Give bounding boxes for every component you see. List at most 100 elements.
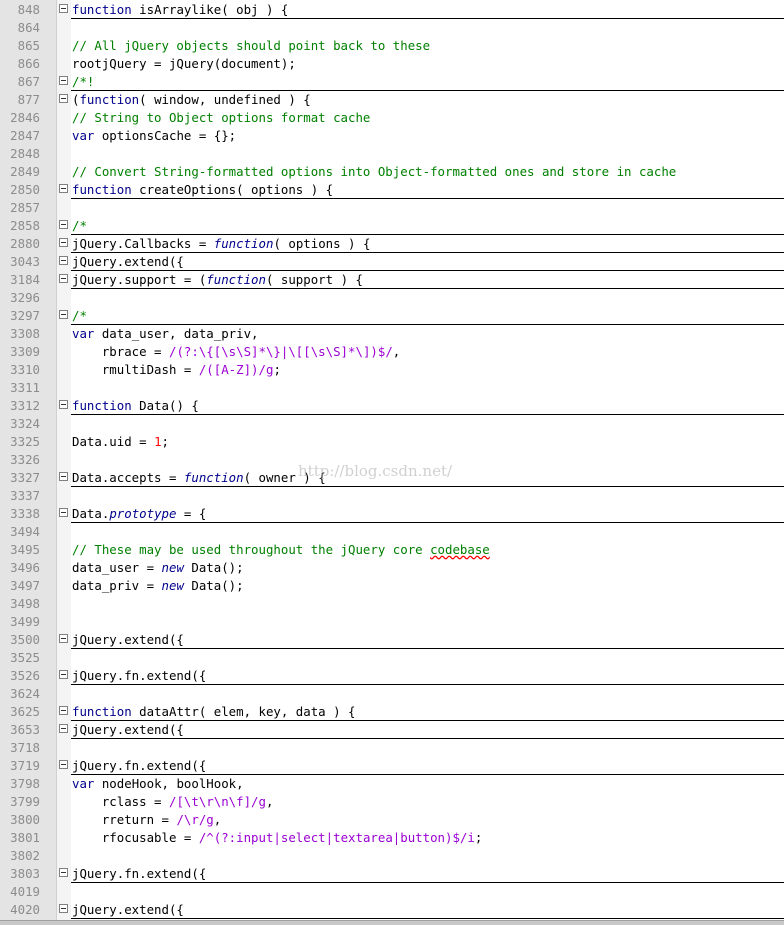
code-line[interactable]: 3309 rbrace = /(?:\{[\s\S]*\}|\[[\s\S]*\… bbox=[0, 343, 784, 361]
code-token: ; bbox=[474, 830, 483, 845]
code-line[interactable]: 3308 var data_user, data_priv, bbox=[0, 325, 784, 343]
code-token: var bbox=[72, 326, 95, 341]
line-number: 3799 bbox=[10, 794, 40, 809]
code-token: rclass = bbox=[72, 794, 169, 809]
fold-toggle-icon[interactable] bbox=[59, 310, 68, 319]
code-line[interactable]: 3043 jQuery.extend({ bbox=[0, 253, 784, 271]
code-line[interactable]: 3801 rfocusable = /^(?:input|select|text… bbox=[0, 829, 784, 847]
code-token: dataAttr( elem, key, data ) { bbox=[131, 704, 356, 719]
fold-toggle-icon[interactable] bbox=[59, 706, 68, 715]
code-line[interactable]: 3798 var nodeHook, boolHook, bbox=[0, 775, 784, 793]
code-line[interactable]: 2880 jQuery.Callbacks = function( options… bbox=[0, 235, 784, 253]
fold-toggle-icon[interactable] bbox=[59, 238, 68, 247]
code-line[interactable]: 4019 bbox=[0, 883, 784, 901]
code-line[interactable]: 2849 // Convert String-formatted options … bbox=[0, 163, 784, 181]
fold-toggle-icon[interactable] bbox=[59, 256, 68, 265]
code-token: /(?:\{[\s\S]*\}|\[[\s\S]*\])$/ bbox=[168, 344, 393, 359]
code-line[interactable]: 3800 rreturn = /\r/g, bbox=[0, 811, 784, 829]
line-number: 3312 bbox=[10, 398, 40, 413]
code-line[interactable]: 3799 rclass = /[\t\r\n\f]/g, bbox=[0, 793, 784, 811]
code-line[interactable]: 3494 bbox=[0, 523, 784, 541]
code-line[interactable]: 2850 function createOptions( options ) { bbox=[0, 181, 784, 199]
code-line[interactable]: 2848 bbox=[0, 145, 784, 163]
code-line[interactable]: 3296 bbox=[0, 289, 784, 307]
code-line[interactable]: 3653 jQuery.extend({ bbox=[0, 721, 784, 739]
code-line[interactable]: 3312 function Data() { bbox=[0, 397, 784, 415]
code-line[interactable]: 3311 bbox=[0, 379, 784, 397]
fold-toggle-icon[interactable] bbox=[59, 724, 68, 733]
line-number: 2858 bbox=[10, 218, 40, 233]
code-line[interactable]: 3184 jQuery.support = (function( support … bbox=[0, 271, 784, 289]
code-line[interactable]: 848 function isArraylike( obj ) { bbox=[0, 1, 784, 19]
line-number: 3526 bbox=[10, 668, 40, 683]
code-line[interactable]: 864 bbox=[0, 19, 784, 37]
code-line[interactable]: 3625 function dataAttr( elem, key, data )… bbox=[0, 703, 784, 721]
fold-toggle-icon[interactable] bbox=[59, 400, 68, 409]
code-line[interactable]: 2847 var optionsCache = {}; bbox=[0, 127, 784, 145]
code-line[interactable]: 2846 // String to Object options format c… bbox=[0, 109, 784, 127]
code-token: jQuery.extend({ bbox=[72, 632, 184, 647]
line-number: 3310 bbox=[10, 362, 40, 377]
line-number: 866 bbox=[17, 56, 40, 71]
code-token: Data.uid = bbox=[72, 434, 155, 449]
code-line[interactable]: 3500 jQuery.extend({ bbox=[0, 631, 784, 649]
line-number: 3297 bbox=[10, 308, 40, 323]
code-token: jQuery.support = ( bbox=[72, 272, 207, 287]
line-number: 3719 bbox=[10, 758, 40, 773]
fold-toggle-icon[interactable] bbox=[59, 868, 68, 877]
code-line[interactable]: 3719 jQuery.fn.extend({ bbox=[0, 757, 784, 775]
code-line[interactable]: 3337 bbox=[0, 487, 784, 505]
fold-toggle-icon[interactable] bbox=[59, 76, 68, 85]
code-line[interactable]: 3526 jQuery.fn.extend({ bbox=[0, 667, 784, 685]
code-line[interactable]: 3499 bbox=[0, 613, 784, 631]
code-line[interactable]: 3803 jQuery.fn.extend({ bbox=[0, 865, 784, 883]
code-line[interactable]: 3498 bbox=[0, 595, 784, 613]
fold-toggle-icon[interactable] bbox=[59, 634, 68, 643]
code-line[interactable]: 3497 data_priv = new Data(); bbox=[0, 577, 784, 595]
code-line[interactable]: 2858 /* bbox=[0, 217, 784, 235]
code-line[interactable]: 4020 jQuery.extend({ bbox=[0, 901, 784, 919]
code-line[interactable]: 3310 rmultiDash = /([A-Z])/g; bbox=[0, 361, 784, 379]
line-number: 2880 bbox=[10, 236, 40, 251]
code-text: rreturn = /\r/g, bbox=[72, 811, 221, 829]
code-text: jQuery.fn.extend({ bbox=[72, 865, 206, 883]
code-editor[interactable]: 848 function isArraylike( obj ) {864 865 //… bbox=[0, 0, 784, 925]
code-text: Data.accepts = function( owner ) { bbox=[72, 469, 326, 487]
fold-toggle-icon[interactable] bbox=[59, 4, 68, 13]
code-line[interactable]: 877 (function( window, undefined ) { bbox=[0, 91, 784, 109]
fold-toggle-icon[interactable] bbox=[59, 220, 68, 229]
code-line[interactable]: 865 // All jQuery objects should point ba… bbox=[0, 37, 784, 55]
fold-toggle-icon[interactable] bbox=[59, 904, 68, 913]
line-number: 3043 bbox=[10, 254, 40, 269]
line-number: 867 bbox=[17, 74, 40, 89]
code-line[interactable]: 3718 bbox=[0, 739, 784, 757]
code-token: Data.accepts = bbox=[72, 470, 184, 485]
code-line[interactable]: 3327 Data.accepts = function( owner ) { bbox=[0, 469, 784, 487]
code-line[interactable]: 3525 bbox=[0, 649, 784, 667]
horizontal-scrollbar[interactable] bbox=[0, 920, 784, 925]
code-line[interactable]: 3297 /* bbox=[0, 307, 784, 325]
code-line[interactable]: 3802 bbox=[0, 847, 784, 865]
fold-toggle-icon[interactable] bbox=[59, 274, 68, 283]
code-line[interactable]: 3495 // These may be used throughout the … bbox=[0, 541, 784, 559]
line-number: 2847 bbox=[10, 128, 40, 143]
code-line[interactable]: 3338 Data.prototype = { bbox=[0, 505, 784, 523]
line-number: 3337 bbox=[10, 488, 40, 503]
code-line[interactable]: 3624 bbox=[0, 685, 784, 703]
fold-toggle-icon[interactable] bbox=[59, 760, 68, 769]
code-line[interactable]: 3326 bbox=[0, 451, 784, 469]
code-text: // These may be used throughout the jQue… bbox=[72, 541, 490, 559]
fold-toggle-icon[interactable] bbox=[59, 94, 68, 103]
code-line[interactable]: 866 rootjQuery = jQuery(document); bbox=[0, 55, 784, 73]
fold-toggle-icon[interactable] bbox=[59, 670, 68, 679]
fold-toggle-icon[interactable] bbox=[59, 508, 68, 517]
fold-toggle-icon[interactable] bbox=[59, 184, 68, 193]
code-line[interactable]: 3496 data_user = new Data(); bbox=[0, 559, 784, 577]
code-token: function bbox=[213, 236, 274, 251]
code-token: rmultiDash = bbox=[72, 362, 199, 377]
code-line[interactable]: 2857 bbox=[0, 199, 784, 217]
code-line[interactable]: 867 /*! bbox=[0, 73, 784, 91]
code-line[interactable]: 3325 Data.uid = 1; bbox=[0, 433, 784, 451]
code-line[interactable]: 3324 bbox=[0, 415, 784, 433]
fold-toggle-icon[interactable] bbox=[59, 472, 68, 481]
